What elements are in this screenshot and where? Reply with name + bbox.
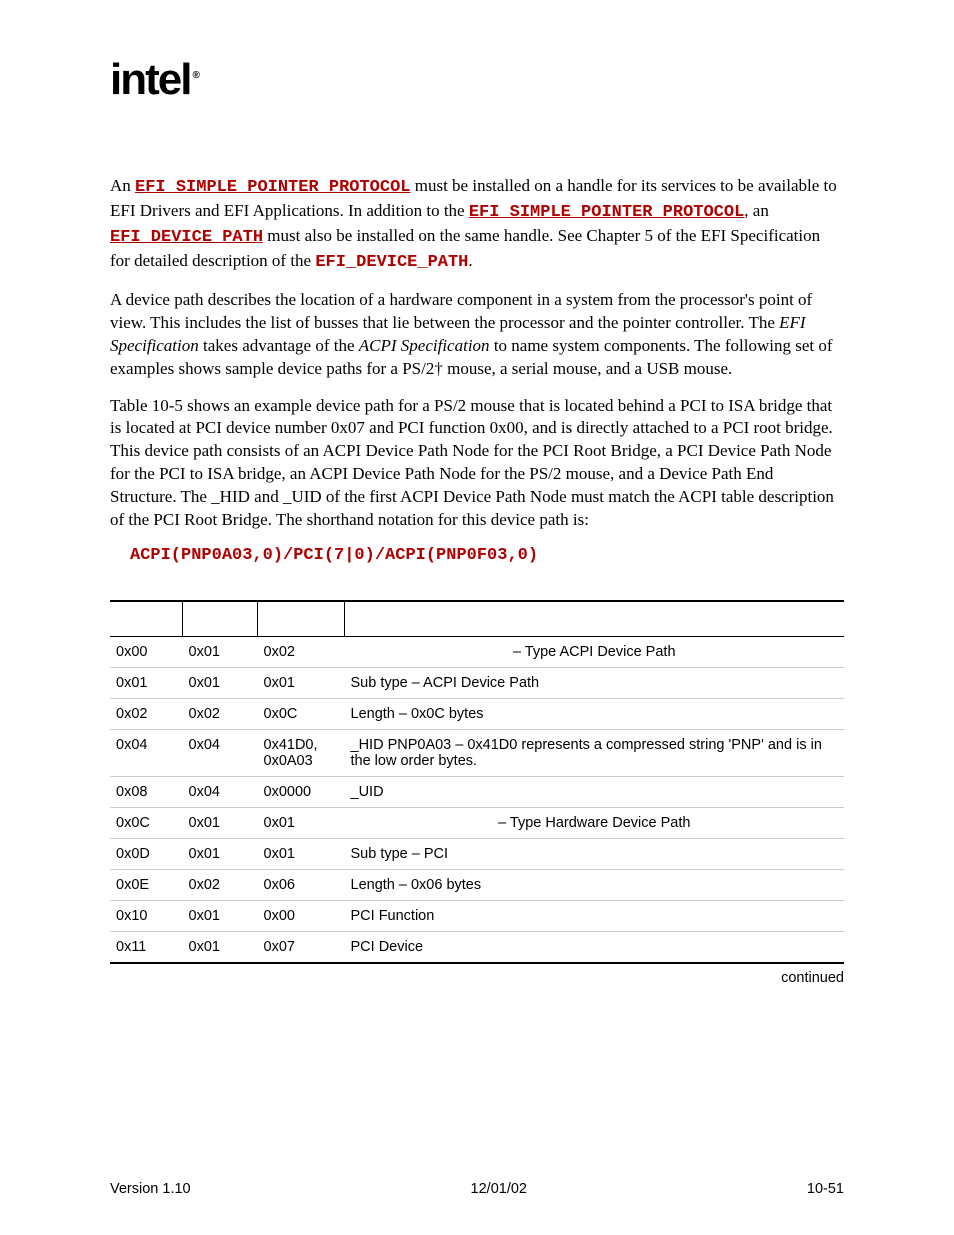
text: , an <box>744 201 769 220</box>
cell-description: Length – 0x06 bytes <box>345 870 845 901</box>
cell-value: 0x01 <box>258 668 345 699</box>
cell-length: 0x02 <box>183 699 258 730</box>
footer-version: Version 1.10 <box>110 1181 191 1197</box>
cell-length: 0x01 <box>183 668 258 699</box>
paragraph-1: An EFI_SIMPLE_POINTER_PROTOCOL must be i… <box>110 175 844 275</box>
cell-offset: 0x02 <box>110 699 183 730</box>
text: A device path describes the location of … <box>110 290 812 332</box>
cell-description: – Type Hardware Device Path <box>345 808 845 839</box>
table-row: 0x080x040x0000_UID <box>110 777 844 808</box>
cell-offset: 0x0C <box>110 808 183 839</box>
footer-date: 12/01/02 <box>471 1181 527 1197</box>
device-path-table: 0x000x010x02– Type ACPI Device Path0x010… <box>110 600 844 964</box>
text: takes advantage of the <box>199 336 359 355</box>
table-row: 0x110x010x07PCI Device <box>110 932 844 964</box>
table-header-row <box>110 601 844 637</box>
efi-device-path-link[interactable]: EFI_DEVICE_PATH <box>110 228 263 247</box>
registered-mark: ® <box>192 70 199 81</box>
cell-offset: 0x04 <box>110 730 183 777</box>
page-footer: Version 1.10 12/01/02 10-51 <box>110 1181 844 1197</box>
cell-value: 0x01 <box>258 808 345 839</box>
cell-description: _UID <box>345 777 845 808</box>
table-row: 0x020x020x0CLength – 0x0C bytes <box>110 699 844 730</box>
table-row: 0x000x010x02– Type ACPI Device Path <box>110 637 844 668</box>
cell-offset: 0x00 <box>110 637 183 668</box>
efi-device-path-text: EFI_DEVICE_PATH <box>315 253 468 272</box>
cell-value: 0x01 <box>258 839 345 870</box>
cell-offset: 0x01 <box>110 668 183 699</box>
cell-length: 0x01 <box>183 808 258 839</box>
paragraph-2: A device path describes the location of … <box>110 289 844 381</box>
text: An <box>110 176 135 195</box>
cell-description: Sub type – PCI <box>345 839 845 870</box>
table-row: 0x0C0x010x01– Type Hardware Device Path <box>110 808 844 839</box>
cell-offset: 0x11 <box>110 932 183 964</box>
cell-value: 0x07 <box>258 932 345 964</box>
header-description <box>345 601 845 637</box>
cell-length: 0x01 <box>183 637 258 668</box>
table-row: 0x0E0x020x06Length – 0x06 bytes <box>110 870 844 901</box>
cell-length: 0x04 <box>183 777 258 808</box>
cell-value: 0x0000 <box>258 777 345 808</box>
cell-offset: 0x0D <box>110 839 183 870</box>
cell-length: 0x01 <box>183 932 258 964</box>
cell-value: 0x41D0, 0x0A03 <box>258 730 345 777</box>
acpi-spec-emphasis: ACPI Specification <box>359 336 490 355</box>
document-page: intel® An EFI_SIMPLE_POINTER_PROTOCOL mu… <box>0 0 954 1235</box>
table-row: 0x010x010x01Sub type – ACPI Device Path <box>110 668 844 699</box>
cell-description: – Type ACPI Device Path <box>345 637 845 668</box>
cell-offset: 0x0E <box>110 870 183 901</box>
table-row: 0x040x040x41D0, 0x0A03_HID PNP0A03 – 0x4… <box>110 730 844 777</box>
efi-simple-pointer-protocol-link[interactable]: EFI_SIMPLE_POINTER_PROTOCOL <box>135 178 410 197</box>
cell-offset: 0x10 <box>110 901 183 932</box>
cell-description: PCI Function <box>345 901 845 932</box>
cell-description: _HID PNP0A03 – 0x41D0 represents a compr… <box>345 730 845 777</box>
footer-page-number: 10-51 <box>807 1181 844 1197</box>
cell-length: 0x01 <box>183 839 258 870</box>
cell-description: PCI Device <box>345 932 845 964</box>
cell-description: Length – 0x0C bytes <box>345 699 845 730</box>
cell-value: 0x02 <box>258 637 345 668</box>
text: . <box>468 251 472 270</box>
cell-length: 0x04 <box>183 730 258 777</box>
cell-value: 0x06 <box>258 870 345 901</box>
device-path-shorthand: ACPI(PNP0A03,0)/PCI(7|0)/ACPI(PNP0F03,0) <box>130 546 844 565</box>
cell-length: 0x01 <box>183 901 258 932</box>
cell-length: 0x02 <box>183 870 258 901</box>
header-length <box>183 601 258 637</box>
efi-simple-pointer-protocol-link[interactable]: EFI_SIMPLE_POINTER_PROTOCOL <box>469 203 744 222</box>
table-row: 0x100x010x00PCI Function <box>110 901 844 932</box>
cell-value: 0x00 <box>258 901 345 932</box>
cell-value: 0x0C <box>258 699 345 730</box>
cell-description: Sub type – ACPI Device Path <box>345 668 845 699</box>
table-row: 0x0D0x010x01Sub type – PCI <box>110 839 844 870</box>
table-continued-label: continued <box>110 970 844 986</box>
cell-offset: 0x08 <box>110 777 183 808</box>
header-value <box>258 601 345 637</box>
header-offset <box>110 601 183 637</box>
paragraph-3: Table 10-5 shows an example device path … <box>110 395 844 533</box>
logo-text: intel <box>110 55 190 104</box>
intel-logo: intel® <box>110 55 844 105</box>
